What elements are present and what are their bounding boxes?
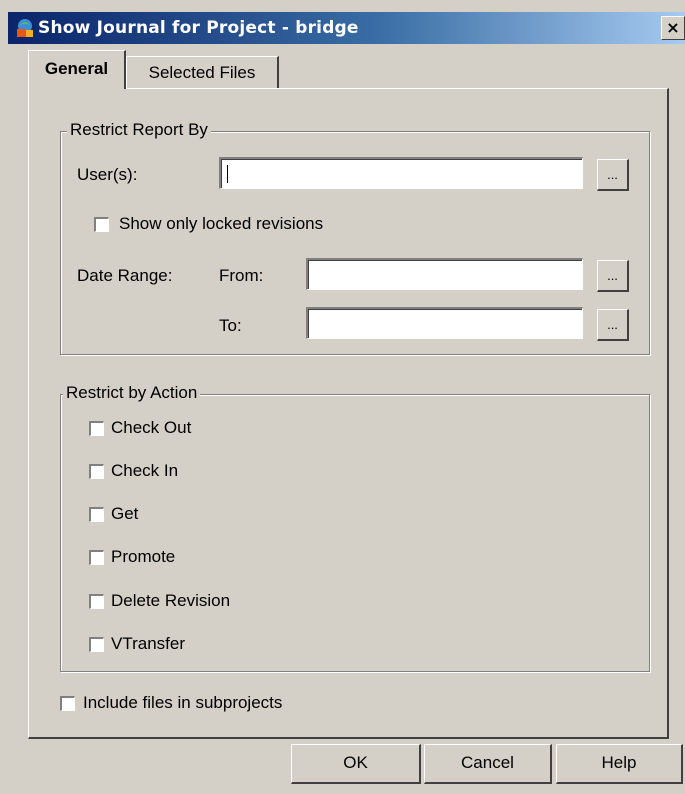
tab-general[interactable]: General bbox=[28, 50, 126, 89]
delete-revision-label: Delete Revision bbox=[111, 591, 231, 610]
show-locked-checkbox[interactable] bbox=[94, 217, 109, 232]
vtransfer-checkbox[interactable] bbox=[89, 637, 104, 652]
users-input[interactable] bbox=[219, 157, 583, 189]
restrict-report-legend: Restrict Report By bbox=[67, 120, 211, 140]
include-subprojects-label: Include files in subprojects bbox=[83, 693, 283, 712]
to-date-input[interactable] bbox=[306, 307, 583, 339]
users-label: User(s): bbox=[77, 165, 138, 184]
text-caret bbox=[227, 165, 228, 183]
vtransfer-label: VTransfer bbox=[111, 634, 186, 653]
get-label: Get bbox=[111, 504, 139, 523]
date-range-label: Date Range: bbox=[77, 266, 173, 285]
check-in-label: Check In bbox=[111, 461, 179, 480]
from-date-input[interactable] bbox=[306, 258, 583, 290]
tab-selected-files[interactable]: Selected Files bbox=[126, 56, 279, 89]
help-button[interactable]: Help bbox=[556, 744, 683, 784]
check-out-checkbox[interactable] bbox=[89, 421, 104, 436]
title-bar[interactable]: Show Journal for Project - bridge × bbox=[8, 12, 685, 44]
show-locked-label: Show only locked revisions bbox=[119, 214, 324, 233]
close-icon[interactable]: × bbox=[661, 16, 685, 40]
to-label: To: bbox=[219, 316, 242, 335]
to-date-browse-button[interactable]: ... bbox=[597, 309, 629, 341]
users-browse-button[interactable]: ... bbox=[597, 159, 629, 191]
promote-label: Promote bbox=[111, 547, 176, 566]
check-in-checkbox[interactable] bbox=[89, 464, 104, 479]
check-out-label: Check Out bbox=[111, 418, 192, 437]
cancel-button[interactable]: Cancel bbox=[424, 744, 552, 784]
from-label: From: bbox=[219, 266, 264, 285]
window-title: Show Journal for Project - bridge bbox=[38, 18, 359, 38]
project-icon bbox=[17, 19, 33, 37]
from-date-browse-button[interactable]: ... bbox=[597, 260, 629, 292]
dialog-window: Show Journal for Project - bridge × Gene… bbox=[0, 0, 685, 794]
delete-revision-checkbox[interactable] bbox=[89, 594, 104, 609]
get-checkbox[interactable] bbox=[89, 507, 104, 522]
promote-checkbox[interactable] bbox=[89, 550, 104, 565]
ok-button[interactable]: OK bbox=[291, 744, 421, 784]
include-subprojects-checkbox[interactable] bbox=[60, 696, 75, 711]
restrict-action-legend: Restrict by Action bbox=[63, 383, 201, 403]
